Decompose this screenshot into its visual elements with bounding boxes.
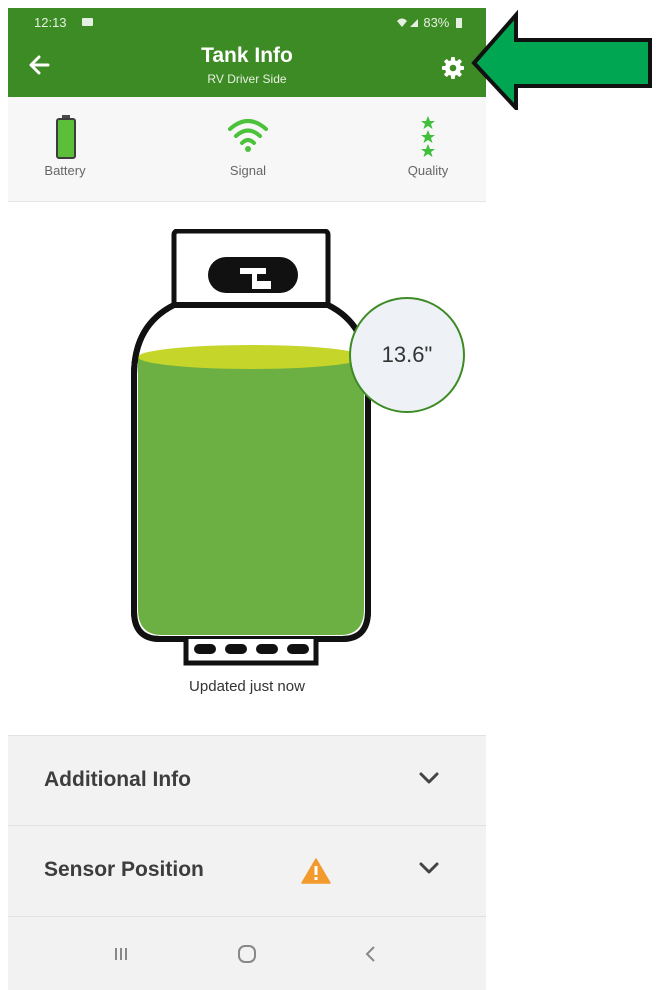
updated-status: Updated just now [189,678,305,695]
wifi-status-icon [396,18,418,27]
additional-info-accordion[interactable]: Additional Info [8,735,486,826]
chevron-down-icon [419,772,439,784]
quality-stars-icon [421,116,435,157]
tank-level-badge: 13.6" [349,297,465,413]
page-subtitle: RV Driver Side [207,72,287,86]
chevron-down-icon [419,862,439,874]
app-screen: 12:13 83% Tank Info RV Driver Side Batte… [8,8,486,990]
metric-quality: Quality [378,97,478,201]
metric-label-signal: Signal [229,163,267,178]
wifi-signal-icon [228,119,268,152]
android-nav-bar [8,916,486,990]
sensor-position-accordion[interactable]: Sensor Position [8,825,486,916]
settings-gear-icon[interactable] [441,56,465,80]
metric-battery: Battery [15,97,115,201]
accordion-label-sensor-position: Sensor Position [44,858,204,881]
home-icon[interactable] [232,939,262,969]
notification-icon [82,18,93,26]
metric-label-battery: Battery [44,163,86,178]
battery-icon [56,115,76,159]
propane-tank-graphic [131,229,371,666]
app-header: 12:13 83% Tank Info RV Driver Side [8,8,486,97]
metric-label-quality: Quality [407,163,449,178]
tank-display: 13.6" Updated just now [8,201,486,731]
back-nav-icon[interactable] [356,939,386,969]
accordion-label-additional-info: Additional Info [44,768,191,791]
page-title: Tank Info [201,44,293,67]
annotation-arrow-icon [471,10,652,110]
status-time: 12:13 [34,15,67,30]
status-battery-icon [456,18,462,28]
metrics-strip: Battery Signal Quality [8,97,486,202]
status-battery-percent: 83% [423,15,450,30]
metric-signal: Signal [198,97,298,201]
recent-apps-icon[interactable] [106,939,136,969]
warning-icon [301,858,331,884]
status-bar: 12:13 83% [8,8,486,34]
status-right: 83% [396,15,462,30]
